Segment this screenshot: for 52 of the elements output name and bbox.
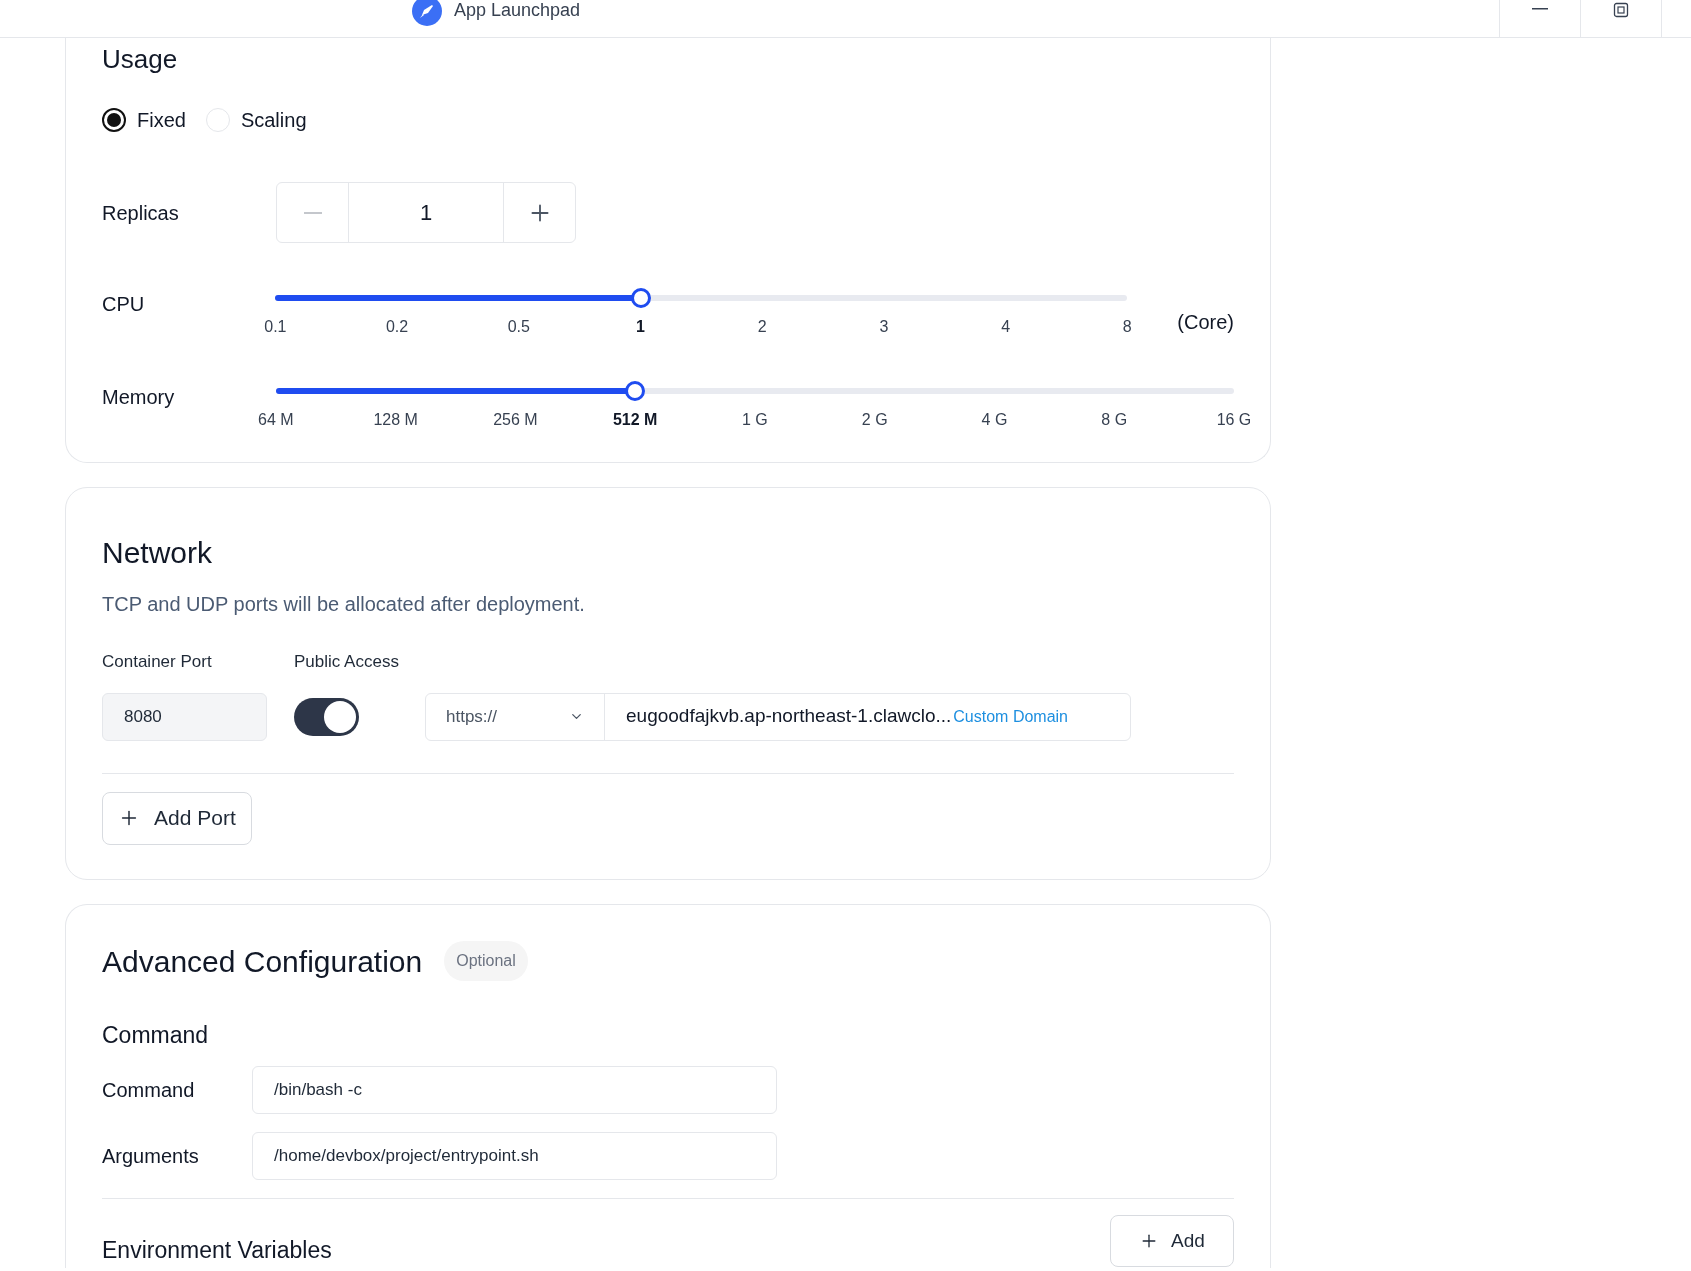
section-title: Network <box>102 535 214 571</box>
domain-text: eugoodfajkvb.ap-northeast-1.clawclo... <box>626 704 952 729</box>
tick-label: 8 <box>1122 317 1132 337</box>
text-field[interactable]: /home/devbox/project/entrypoint.sh <box>252 1132 777 1180</box>
radio-option[interactable]: Fixed <box>102 105 186 135</box>
tick-label: 0.2 <box>385 317 409 337</box>
slider-track[interactable] <box>275 381 1234 401</box>
tick-label: 256 M <box>493 410 538 430</box>
subsection-title: Command <box>102 1020 210 1050</box>
public-access-toggle[interactable] <box>294 697 359 736</box>
field-label: Memory <box>102 385 176 410</box>
tick-label: 0.1 <box>264 317 287 337</box>
tick-label: 4 <box>1001 317 1011 337</box>
tick-label: 8 G <box>1101 410 1128 430</box>
slider-thumb[interactable] <box>625 381 646 401</box>
tick-label: 512 M <box>612 410 658 430</box>
field-label: Command <box>102 1078 196 1103</box>
port-field[interactable]: 8080 <box>102 692 267 741</box>
tick-label: 64 M <box>258 410 294 430</box>
section-title: Advanced Configuration <box>102 943 423 980</box>
tick-label: 2 G <box>861 410 888 430</box>
field-label: Public Access <box>294 651 399 673</box>
unit-label: (Core) <box>1177 310 1234 335</box>
subsection-title: Environment Variables <box>102 1236 332 1265</box>
replicas-value[interactable]: 1 <box>349 183 503 242</box>
field-label: Replicas <box>102 200 180 226</box>
field-label: Arguments <box>102 1144 200 1169</box>
tick-label: 128 M <box>373 410 418 430</box>
minimize-icon <box>1532 8 1548 10</box>
add-port-button[interactable]: Add Port <box>102 791 252 845</box>
field-label: Container Port <box>102 651 213 673</box>
slider-track[interactable] <box>275 288 1128 308</box>
tick-label: 2 <box>757 317 767 337</box>
custom-domain-link[interactable]: Custom Domain <box>953 704 1068 729</box>
protocol-select[interactable]: https:// <box>426 693 605 740</box>
tick-label: 1 G <box>742 410 768 430</box>
field-label: CPU <box>102 292 146 317</box>
tick-label: 0.5 <box>507 317 530 337</box>
tick-label: 4 G <box>981 410 1008 430</box>
section-title: Usage <box>102 43 179 76</box>
text-field[interactable]: /bin/bash -c <box>252 1066 777 1114</box>
optional-badge: Optional <box>444 941 528 981</box>
window-title: App Launchpad <box>454 0 581 22</box>
tick-label: 1 <box>636 317 645 337</box>
tick-label: 16 G <box>1216 410 1252 430</box>
minus-icon <box>303 211 322 214</box>
tick-label: 3 <box>879 317 889 337</box>
radio-option[interactable]: Scaling <box>205 105 307 135</box>
restore-icon <box>1613 2 1629 18</box>
add-button[interactable]: Add <box>1110 1215 1234 1267</box>
slider-thumb[interactable] <box>630 288 651 308</box>
section-description: TCP and UDP ports will be allocated after deployment. <box>102 592 586 617</box>
